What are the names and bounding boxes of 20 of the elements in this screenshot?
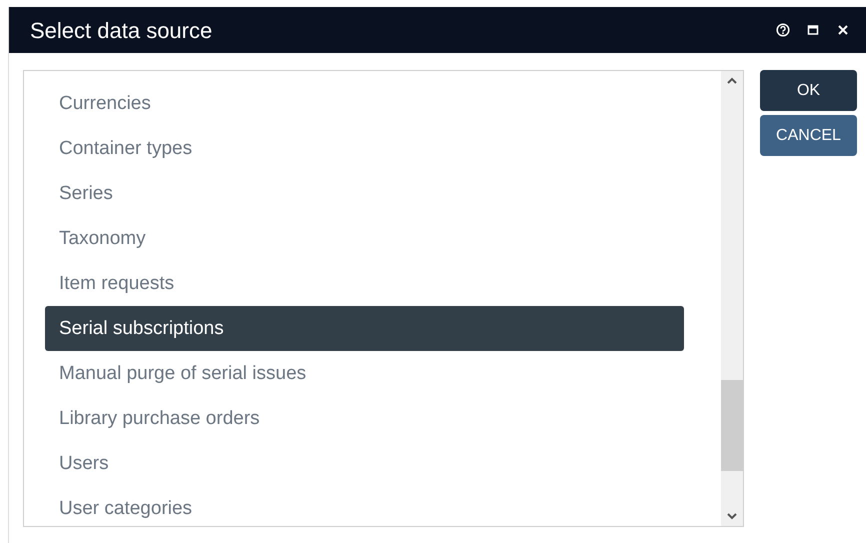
list-item[interactable]: Currencies (45, 81, 684, 126)
list-item[interactable]: User categories (45, 486, 684, 526)
maximize-icon[interactable] (806, 23, 820, 37)
list-item[interactable]: Manual purge of serial issues (45, 351, 684, 396)
scrollbar[interactable] (721, 71, 743, 526)
close-icon[interactable] (836, 23, 850, 37)
list-item[interactable]: Taxonomy (45, 216, 684, 261)
list-item[interactable]: Library purchase orders (45, 396, 684, 441)
window-title: Select data source (30, 16, 212, 44)
cancel-button[interactable]: CANCEL (760, 115, 857, 156)
list-item[interactable]: Series (45, 171, 684, 216)
ok-button[interactable]: OK (760, 70, 857, 111)
list-item[interactable]: Users (45, 441, 684, 486)
help-icon[interactable] (776, 23, 790, 37)
list-item[interactable]: Container types (45, 126, 684, 171)
list-item[interactable]: Item requests (45, 261, 684, 306)
scroll-up-icon[interactable] (726, 77, 738, 85)
scroll-down-icon[interactable] (726, 512, 738, 520)
scrollbar-thumb[interactable] (721, 380, 743, 471)
list-item[interactable]: Serial subscriptions (45, 306, 684, 351)
